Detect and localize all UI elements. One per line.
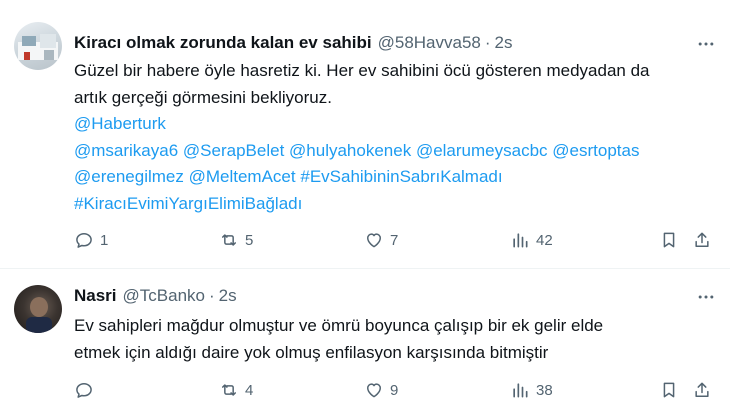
retweet-icon xyxy=(222,234,236,246)
mention-link[interactable]: @msarikaya6 xyxy=(74,141,178,160)
like-count: 7 xyxy=(390,231,399,249)
bookmark-button[interactable] xyxy=(659,377,679,403)
mention-link[interactable]: @hulyahokenek xyxy=(289,141,411,160)
share-icon xyxy=(695,232,709,247)
tweet-text-line: artık gerçeği görmesini bekliyoruz. xyxy=(74,87,332,107)
share-button[interactable] xyxy=(692,377,712,403)
views-count: 38 xyxy=(536,381,553,399)
avatar-image xyxy=(18,34,58,60)
mention-link[interactable]: @SerapBelet xyxy=(183,141,284,160)
hashtag-link[interactable]: #EvSahibininSabrıKalmadı xyxy=(300,167,502,186)
tweet-text-line: etmek için aldığı daire yok olmuş enfila… xyxy=(74,342,549,362)
mention-link[interactable]: @esrtoptas xyxy=(552,141,639,160)
separator-dot: · xyxy=(484,33,491,52)
like-icon xyxy=(367,233,381,248)
author-name[interactable]: Kiracı olmak zorunda kalan ev sahibi xyxy=(74,33,372,53)
mention-line: @erenegilmez @MeltemAcet #EvSahibininSab… xyxy=(74,164,714,191)
like-button[interactable]: 7 xyxy=(364,227,398,253)
more-icon[interactable] xyxy=(696,34,716,54)
reply-icon xyxy=(76,233,92,248)
reply-button[interactable]: 1 xyxy=(74,227,108,253)
mention-line: @Haberturk xyxy=(74,111,714,138)
author-handle[interactable]: @TcBanko xyxy=(123,286,205,306)
hashtag-link[interactable]: #KiracıEvimiYargıElimiBağladı xyxy=(74,194,302,213)
tweet-text-line: Ev sahipleri mağdur olmuştur ve ömrü boy… xyxy=(74,316,604,335)
reply-count: 1 xyxy=(100,231,109,249)
author-handle[interactable]: @58Havva58 xyxy=(378,33,481,53)
avatar[interactable] xyxy=(14,285,62,333)
retweet-button[interactable]: 4 xyxy=(219,377,253,403)
separator-dot: · xyxy=(209,286,215,305)
bookmark-button[interactable] xyxy=(659,227,679,253)
retweet-count: 4 xyxy=(245,381,254,399)
timestamp[interactable]: 2s xyxy=(495,33,513,53)
more-icon[interactable] xyxy=(696,287,716,307)
tweet[interactable]: Nasri @TcBanko · 2s Ev sahipleri mağdur … xyxy=(0,269,730,420)
mention-line: #KiracıEvimiYargıElimiBağladı xyxy=(74,191,714,218)
mention-link[interactable]: @MeltemAcet xyxy=(189,167,296,186)
tweet-actions: 1 5 7 42 xyxy=(74,227,716,253)
views-icon xyxy=(513,383,528,398)
views-count: 42 xyxy=(536,231,553,249)
mention-link[interactable]: @erenegilmez xyxy=(74,167,184,186)
tweet[interactable]: Kiracı olmak zorunda kalan ev sahibi @58… xyxy=(0,0,730,269)
tweet-header: Kiracı olmak zorunda kalan ev sahibi @58… xyxy=(74,31,513,55)
views-button[interactable]: 38 xyxy=(510,377,553,403)
retweet-button[interactable]: 5 xyxy=(219,227,253,253)
tweet-text-line: Güzel bir habere öyle hasretiz ki. Her e… xyxy=(74,61,650,80)
mention-link[interactable]: @elarumeysacbc xyxy=(416,141,548,160)
tweet-header: Nasri @TcBanko · 2s xyxy=(74,284,237,308)
bookmark-icon xyxy=(663,382,675,398)
tweet-text: Ev sahipleri mağdur olmuştur ve ömrü boy… xyxy=(74,313,714,366)
retweet-icon xyxy=(222,384,236,396)
author-name[interactable]: Nasri xyxy=(74,286,117,306)
avatar-image xyxy=(26,297,52,333)
views-icon xyxy=(513,233,528,248)
retweet-count: 5 xyxy=(245,231,254,249)
reply-icon xyxy=(76,383,92,398)
mention-link[interactable]: @Haberturk xyxy=(74,114,166,133)
reply-button[interactable] xyxy=(74,377,100,403)
like-count: 9 xyxy=(390,381,399,399)
tweet-text: Güzel bir habere öyle hasretiz ki. Her e… xyxy=(74,58,714,217)
share-button[interactable] xyxy=(692,227,712,253)
like-button[interactable]: 9 xyxy=(364,377,398,403)
like-icon xyxy=(367,383,381,398)
mention-line: @msarikaya6 @SerapBelet @hulyahokenek @e… xyxy=(74,138,714,165)
timestamp[interactable]: 2s xyxy=(219,286,237,306)
views-button[interactable]: 42 xyxy=(510,227,553,253)
bookmark-icon xyxy=(663,232,675,248)
tweet-actions: 4 9 38 xyxy=(74,377,716,403)
avatar[interactable] xyxy=(14,22,62,70)
share-icon xyxy=(695,382,709,397)
